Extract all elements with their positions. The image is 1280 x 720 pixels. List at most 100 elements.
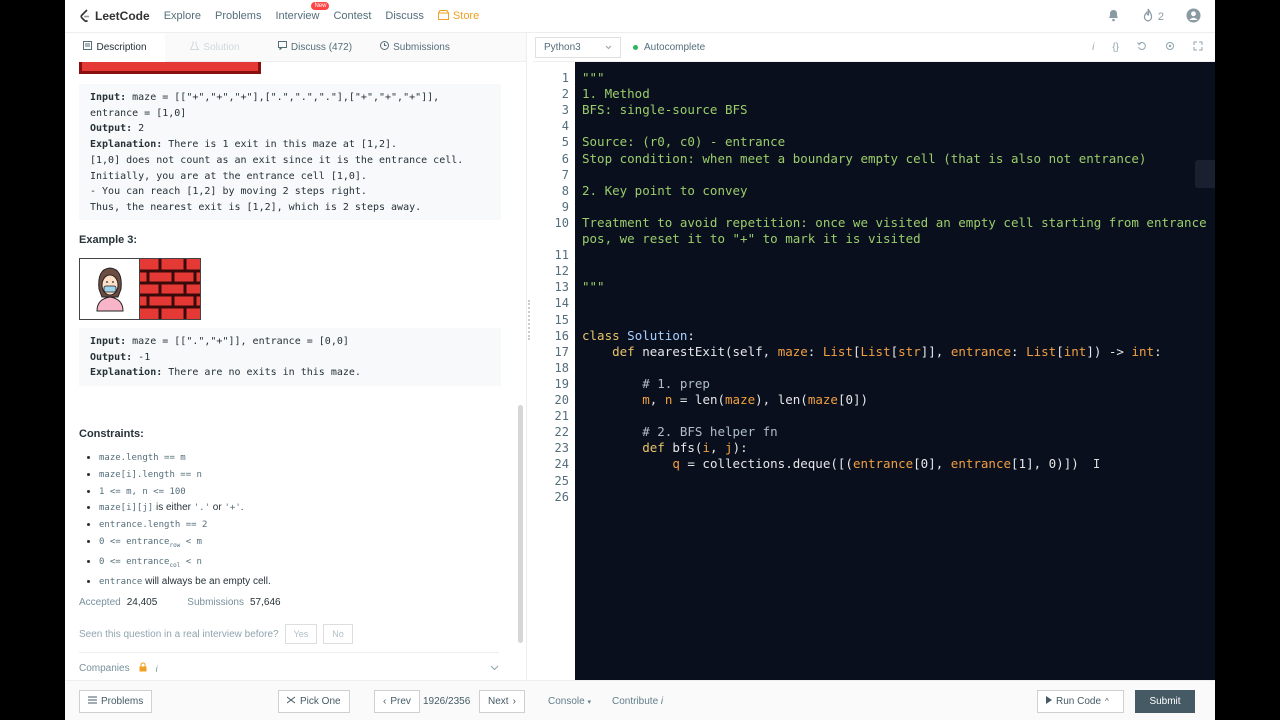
example3-block: Input: maze = [[".","+"]], entrance = [0…: [79, 328, 501, 386]
run-code-button[interactable]: Run Code ^: [1037, 690, 1124, 713]
constraint-code: < m: [180, 536, 202, 547]
tab-submissions[interactable]: Submissions: [365, 33, 465, 62]
constraint-code: maze.length == m: [99, 453, 186, 463]
explanation-label: Explanation:: [90, 367, 163, 379]
prev-label: Prev: [390, 696, 411, 707]
fold-arrow-icon[interactable]: ▾: [564, 443, 568, 451]
problem-description: Input: maze = [["+","+","+"],[".",".",".…: [65, 62, 520, 680]
code-line[interactable]: def nearestExit(self, maze: List[List[st…: [582, 344, 1161, 360]
code-line[interactable]: pos, we reset it to "+" to mark it is vi…: [582, 231, 921, 247]
contribute-link[interactable]: Contribute i: [612, 696, 663, 707]
lock-icon: [138, 662, 148, 675]
explanation-label: Explanation:: [90, 139, 163, 151]
next-button[interactable]: Next ›: [479, 690, 525, 713]
code-editor[interactable]: """ 1. Method BFS: single-source BFS Source…: [575, 62, 1215, 680]
constraint-code: '.': [193, 503, 211, 514]
constraint-text: will always be an empty cell.: [142, 575, 271, 587]
streak[interactable]: 2: [1142, 8, 1164, 25]
play-icon: [1046, 696, 1052, 707]
line-number-gutter: 1 2 3 4 5 6 7 8 9 10 11 12 13 14 15 16 ▾ 17 ▾ 18 19 20 21 22 23 ▾…: [533, 62, 575, 680]
code-line[interactable]: m, n = len(maze), len(maze[0]): [582, 392, 868, 408]
no-button[interactable]: No: [323, 624, 353, 644]
list-icon: [88, 696, 97, 707]
example2-explanation-line: There is 1 exit in this maze at [1,2].: [162, 139, 398, 151]
braces-icon[interactable]: {}: [1112, 42, 1119, 53]
submit-button[interactable]: Submit: [1135, 690, 1195, 713]
code-line[interactable]: """: [582, 70, 605, 86]
code-line[interactable]: # 2. BFS helper fn: [582, 424, 777, 440]
code-line[interactable]: Source: (r0, c0) - entrance: [582, 134, 785, 150]
constraint-code: entrance: [99, 576, 143, 587]
tab-discuss-label: Discuss (472): [290, 41, 353, 53]
constraint-item: maze[i][j] is either '.' or '+'.: [99, 500, 271, 517]
pick-one-button[interactable]: Pick One: [278, 690, 350, 713]
nav-explore[interactable]: Explore: [164, 10, 201, 22]
constraint-item: 0 <= entrancerow < m: [99, 534, 271, 554]
constraint-item: 0 <= entrancecol < n: [99, 554, 271, 574]
example2-output: 2: [132, 123, 145, 135]
code-line[interactable]: q = collections.deque([(entrance[0], ent…: [582, 456, 1078, 472]
code-line[interactable]: Stop condition: when meet a boundary emp…: [582, 151, 1146, 167]
companies-row[interactable]: Companies i: [79, 662, 499, 675]
side-handle[interactable]: [1195, 160, 1215, 188]
flask-icon: [190, 41, 200, 53]
constraints-title: Constraints:: [79, 428, 144, 440]
console-toggle[interactable]: Console ▾: [548, 696, 591, 707]
example3-input: maze = [[".","+"]], entrance = [0,0]: [126, 336, 349, 347]
line-number: 18: [554, 360, 569, 375]
constraint-item: 1 <= m, n <= 100: [99, 484, 271, 501]
example3-title: Example 3:: [79, 234, 138, 246]
line-number: 21: [554, 409, 569, 424]
nav-problems[interactable]: Problems: [215, 10, 261, 22]
tab-description[interactable]: Description: [65, 32, 165, 62]
nav-contest[interactable]: Contest: [333, 10, 371, 22]
fold-arrow-icon[interactable]: ▾: [564, 347, 568, 355]
nav-store[interactable]: Store: [437, 9, 479, 23]
settings-icon[interactable]: [1165, 41, 1175, 54]
code-line[interactable]: """: [582, 279, 605, 295]
fold-arrow-icon[interactable]: ▾: [564, 331, 568, 339]
panel-splitter[interactable]: [528, 300, 532, 340]
person-image: [80, 259, 140, 319]
accepted-stat: Accepted 24,405: [79, 597, 157, 608]
autocomplete-toggle[interactable]: Autocomplete: [633, 42, 705, 53]
problems-button[interactable]: Problems: [79, 690, 153, 713]
tab-discuss[interactable]: Discuss (472): [265, 33, 365, 62]
fullscreen-icon[interactable]: [1193, 41, 1203, 54]
code-line[interactable]: class Solution:: [582, 328, 695, 344]
code-line[interactable]: BFS: single-source BFS: [582, 102, 748, 118]
example2-explanation-line: Thus, the nearest exit is [1,2], which i…: [90, 201, 422, 213]
nav-interview[interactable]: Interview New: [275, 2, 330, 22]
line-number: 5: [561, 135, 569, 150]
code-line[interactable]: 2. Key point to convey: [582, 183, 748, 199]
example2-maze-image: [79, 62, 261, 74]
shuffle-icon: [286, 696, 296, 707]
user-avatar-icon[interactable]: [1186, 8, 1201, 26]
logo[interactable]: LeetCode: [79, 9, 150, 23]
description-scrollbar[interactable]: [518, 405, 523, 643]
yes-button[interactable]: Yes: [284, 624, 318, 644]
code-line[interactable]: def bfs(i, j):: [582, 440, 747, 456]
code-line[interactable]: # 1. prep: [582, 376, 710, 392]
line-number: 11: [554, 248, 569, 263]
bell-icon[interactable]: [1107, 8, 1120, 25]
seen-question: Seen this question in a real interview b…: [79, 628, 279, 640]
info-icon[interactable]: i: [1092, 42, 1094, 53]
info-icon: i: [660, 696, 664, 707]
constraint-sub: row: [169, 541, 181, 549]
line-number: 4: [561, 119, 569, 134]
prev-button[interactable]: ‹ Prev: [374, 690, 420, 713]
nav-discuss[interactable]: Discuss: [385, 10, 424, 22]
language-select[interactable]: Python3: [535, 36, 621, 58]
constraint-text: or: [210, 502, 225, 514]
reset-icon[interactable]: [1137, 41, 1147, 54]
companies-label: Companies: [79, 663, 130, 674]
code-line[interactable]: Treatment to avoid repetition: once we v…: [582, 215, 1207, 231]
chat-icon: [277, 41, 287, 53]
tab-solution[interactable]: Solution: [165, 33, 265, 62]
line-number: 10: [554, 215, 569, 230]
tab-solution-label: Solution: [203, 41, 240, 53]
code-line[interactable]: 1. Method: [582, 86, 650, 102]
example3-explanation: There are no exits in this maze.: [162, 367, 361, 379]
problem-tabs: Description Solution Discuss (472) Submi…: [65, 32, 526, 62]
